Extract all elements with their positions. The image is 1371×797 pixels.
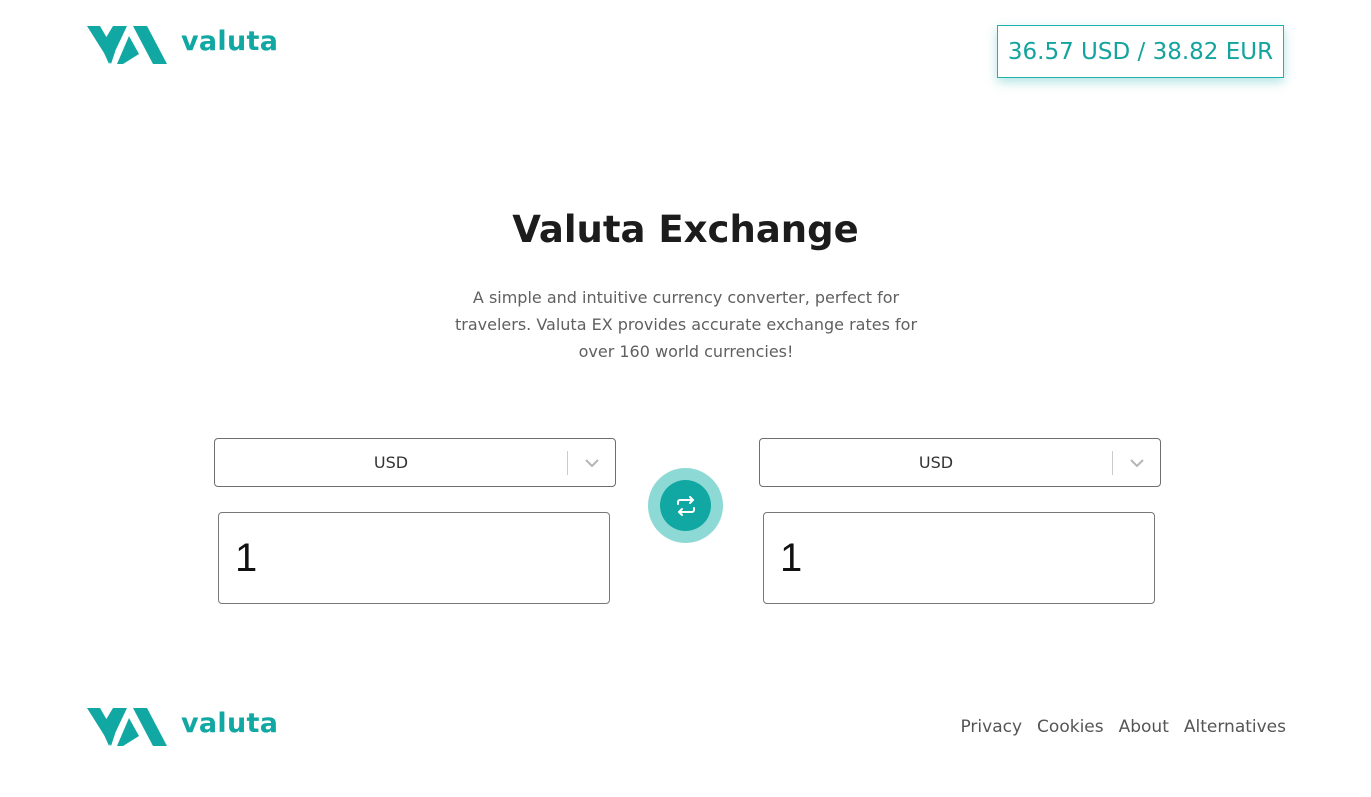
chevron-down-icon[interactable] [583,456,601,470]
footer-nav: Privacy Cookies About Alternatives [960,717,1286,737]
page-title: Valuta Exchange [512,208,859,251]
footer-link-cookies[interactable]: Cookies [1037,717,1104,737]
exchange-rate-badge: 36.57 USD / 38.82 EUR [997,25,1284,78]
to-currency-select[interactable]: USD [759,438,1161,487]
logo-text: valuta [181,25,279,57]
footer-link-alternatives[interactable]: Alternatives [1184,717,1286,737]
from-currency-value: USD [373,453,409,472]
chevron-down-icon[interactable] [1128,456,1146,470]
header-logo[interactable]: valuta [87,24,278,66]
page-description: A simple and intuitive currency converte… [454,288,918,361]
footer-logo[interactable]: valuta [87,706,278,748]
logo-text: valuta [181,707,279,739]
select-separator [1112,451,1113,475]
footer-link-privacy[interactable]: Privacy [960,717,1022,737]
from-amount-input[interactable] [218,512,610,604]
select-separator [567,451,568,475]
valuta-logo-icon [87,26,167,64]
valuta-logo-icon [87,708,167,746]
footer-link-about[interactable]: About [1119,717,1169,737]
swap-button-inner [660,480,711,531]
from-currency-select[interactable]: USD [214,438,616,487]
swap-currencies-button[interactable] [648,468,723,543]
to-amount-input[interactable] [763,512,1155,604]
swap-arrows-icon [676,495,695,516]
to-currency-value: USD [918,453,954,472]
